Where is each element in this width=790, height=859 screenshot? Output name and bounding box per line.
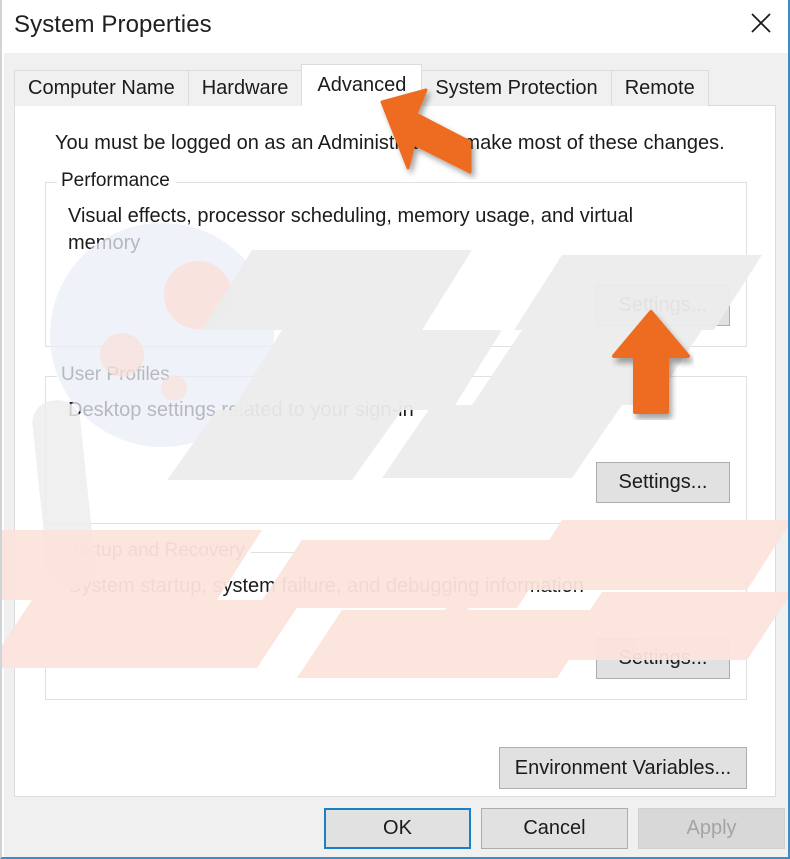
user-profiles-settings-button[interactable]: Settings... <box>596 462 730 503</box>
button-label: Environment Variables... <box>514 756 732 779</box>
tab-advanced[interactable]: Advanced <box>301 64 423 106</box>
startup-recovery-settings-button[interactable]: Settings... <box>596 638 730 679</box>
apply-button: Apply <box>638 808 785 849</box>
startup-recovery-group: Startup and Recovery System startup, sys… <box>45 540 747 700</box>
button-label: Settings... <box>618 647 708 669</box>
startup-recovery-description: System startup, system failure, and debu… <box>68 575 584 597</box>
tab-label: Remote <box>624 77 695 99</box>
user-profiles-description: Desktop settings related to your sign-in <box>68 399 414 421</box>
tab-label: Computer Name <box>28 77 175 99</box>
dialog-body: Computer Name Hardware Advanced System P… <box>4 53 788 857</box>
tab-system-protection[interactable]: System Protection <box>421 70 612 106</box>
ok-button[interactable]: OK <box>324 808 471 849</box>
button-label: Cancel <box>523 817 586 839</box>
tab-label: Hardware <box>201 77 289 99</box>
button-label: Settings... <box>618 294 708 316</box>
startup-recovery-group-legend: Startup and Recovery <box>57 540 251 562</box>
button-label: OK <box>383 817 412 839</box>
environment-variables-button[interactable]: Environment Variables... <box>499 747 747 789</box>
tab-label: System Protection <box>435 77 598 99</box>
close-icon <box>750 12 772 34</box>
tab-label: Advanced <box>317 73 407 96</box>
performance-description: Visual effects, processor scheduling, me… <box>68 205 634 254</box>
button-label: Settings... <box>618 471 708 493</box>
button-label: Apply <box>686 817 737 839</box>
close-button[interactable] <box>730 0 788 46</box>
user-profiles-group: User Profiles Desktop settings related t… <box>45 364 747 524</box>
administrator-note: You must be logged on as an Administrato… <box>55 132 725 154</box>
tab-remote[interactable]: Remote <box>610 70 709 106</box>
tab-computer-name[interactable]: Computer Name <box>14 70 189 106</box>
advanced-tab-panel: You must be logged on as an Administrato… <box>14 105 776 797</box>
title-bar: System Properties <box>2 0 788 53</box>
tab-hardware[interactable]: Hardware <box>187 70 303 106</box>
dialog-footer: OK Cancel Apply <box>4 797 788 857</box>
performance-settings-button[interactable]: Settings... <box>596 285 730 326</box>
performance-group-legend: Performance <box>57 170 176 192</box>
user-profiles-group-legend: User Profiles <box>57 364 176 386</box>
performance-group: Performance Visual effects, processor sc… <box>45 170 747 347</box>
cancel-button[interactable]: Cancel <box>481 808 628 849</box>
system-properties-window: System Properties Computer Name Hardware… <box>0 0 790 859</box>
window-title: System Properties <box>14 11 212 38</box>
tab-strip: Computer Name Hardware Advanced System P… <box>14 64 709 106</box>
